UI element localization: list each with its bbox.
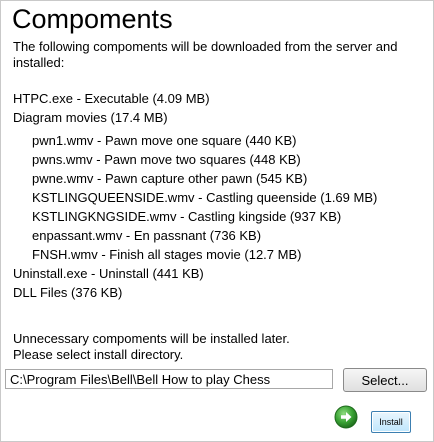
- note-line-2: Please select install directory.: [13, 347, 184, 362]
- note-line-1: Unnecessary compoments will be installed…: [13, 331, 290, 346]
- page-title: Compoments: [12, 4, 173, 34]
- movie-sublist: pwn1.wmv - Pawn move one square (440 KB)…: [13, 127, 377, 264]
- list-item: pwne.wmv - Pawn capture other pawn (545 …: [32, 171, 308, 186]
- install-directory-input[interactable]: [5, 369, 333, 389]
- list-item: pwns.wmv - Pawn move two squares (448 KB…: [32, 152, 301, 167]
- list-item: Uninstall.exe - Uninstall (441 KB): [13, 266, 204, 281]
- component-list: HTPC.exe - Executable (4.09 MB) Diagram …: [13, 89, 377, 302]
- select-directory-button[interactable]: Select...: [343, 368, 427, 392]
- installer-window: Compoments The following compoments will…: [0, 0, 434, 442]
- list-item: HTPC.exe - Executable (4.09 MB): [13, 91, 210, 106]
- intro-text: The following compoments will be downloa…: [13, 39, 398, 70]
- list-item: KSTLINGQUEENSIDE.wmv - Castling queensid…: [32, 190, 378, 205]
- list-item: enpassant.wmv - En passnant (736 KB): [32, 228, 262, 243]
- list-item: pwn1.wmv - Pawn move one square (440 KB): [32, 133, 297, 148]
- list-item: Diagram movies (17.4 MB): [13, 110, 168, 125]
- list-item: FNSH.wmv - Finish all stages movie (12.7…: [32, 247, 302, 262]
- list-item: KSTLINGKNGSIDE.wmv - Castling kingside (…: [32, 209, 342, 224]
- install-button[interactable]: Install: [371, 411, 411, 433]
- green-arrow-right-icon[interactable]: [334, 405, 358, 429]
- list-item: DLL Files (376 KB): [13, 285, 123, 300]
- install-note: Unnecessary compoments will be installed…: [13, 331, 290, 363]
